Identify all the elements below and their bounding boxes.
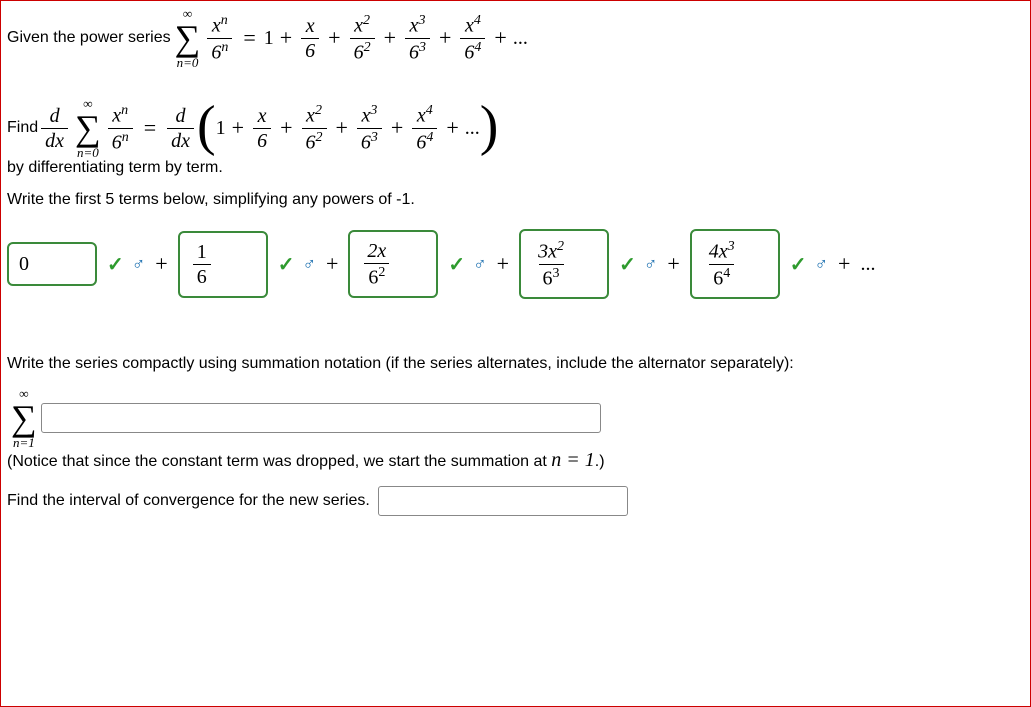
answer-box-3[interactable]: 2x62 (348, 230, 438, 299)
compact-instruction: Write the series compactly using summati… (7, 355, 1024, 373)
term-3: x363 (405, 13, 430, 63)
find-label: Find (7, 119, 38, 137)
write-terms-instruction: Write the first 5 terms below, simplifyi… (7, 191, 1024, 209)
interval-input[interactable] (378, 486, 628, 516)
d-dx-2: ddx (167, 105, 194, 152)
interval-row: Find the interval of convergence for the… (7, 486, 1024, 516)
link-icon[interactable]: ♂ (473, 254, 487, 275)
term-1: x6 (301, 15, 319, 62)
answer-terms-row: 0 ✓ ♂ + 16 ✓ ♂ + 2x62 ✓ ♂ + 3x263 ✓ ♂ + … (7, 229, 1024, 299)
link-icon[interactable]: ♂ (644, 254, 658, 275)
series-fraction-2: xn 6n (108, 103, 133, 153)
equals-sign: = (243, 25, 255, 51)
check-icon: ✓ (619, 252, 636, 277)
find-derivative-line: Find ddx ∞ ∑ n=0 xn 6n = ddx ( 1 + x6 + … (7, 97, 1024, 159)
answer-box-1[interactable]: 0 (7, 242, 97, 286)
check-icon: ✓ (448, 252, 465, 277)
given-label: Given the power series (7, 29, 171, 47)
given-series-line: Given the power series ∞ ∑ n=0 xn 6n = 1… (7, 7, 1024, 69)
link-icon[interactable]: ♂ (132, 254, 146, 275)
link-icon[interactable]: ♂ (302, 254, 316, 275)
lead-one: 1 (264, 27, 274, 50)
answer-box-2[interactable]: 16 (178, 231, 268, 298)
check-icon: ✓ (790, 252, 807, 277)
answer-box-4[interactable]: 3x263 (519, 229, 609, 299)
d-dx-1: ddx (41, 105, 68, 152)
check-icon: ✓ (278, 252, 295, 277)
link-icon[interactable]: ♂ (815, 254, 829, 275)
summation-input[interactable] (41, 403, 601, 433)
notice-line: (Notice that since the constant term was… (7, 449, 1024, 472)
check-icon: ✓ (107, 252, 124, 277)
series-fraction: xn 6n (207, 13, 232, 63)
sum-symbol-compact: ∞ ∑ n=1 (11, 387, 37, 449)
sum-symbol-2: ∞ ∑ n=0 (75, 97, 101, 159)
ellipsis: ... (513, 27, 528, 50)
diff-instruction: by differentiating term by term. (7, 159, 1024, 177)
compact-summation-row: ∞ ∑ n=1 (7, 387, 1024, 449)
interval-label: Find the interval of convergence for the… (7, 492, 370, 510)
sum-symbol: ∞ ∑ n=0 (175, 7, 201, 69)
term-4: x464 (460, 13, 485, 63)
answer-box-5[interactable]: 4x364 (690, 229, 780, 299)
term-2: x262 (350, 13, 375, 63)
